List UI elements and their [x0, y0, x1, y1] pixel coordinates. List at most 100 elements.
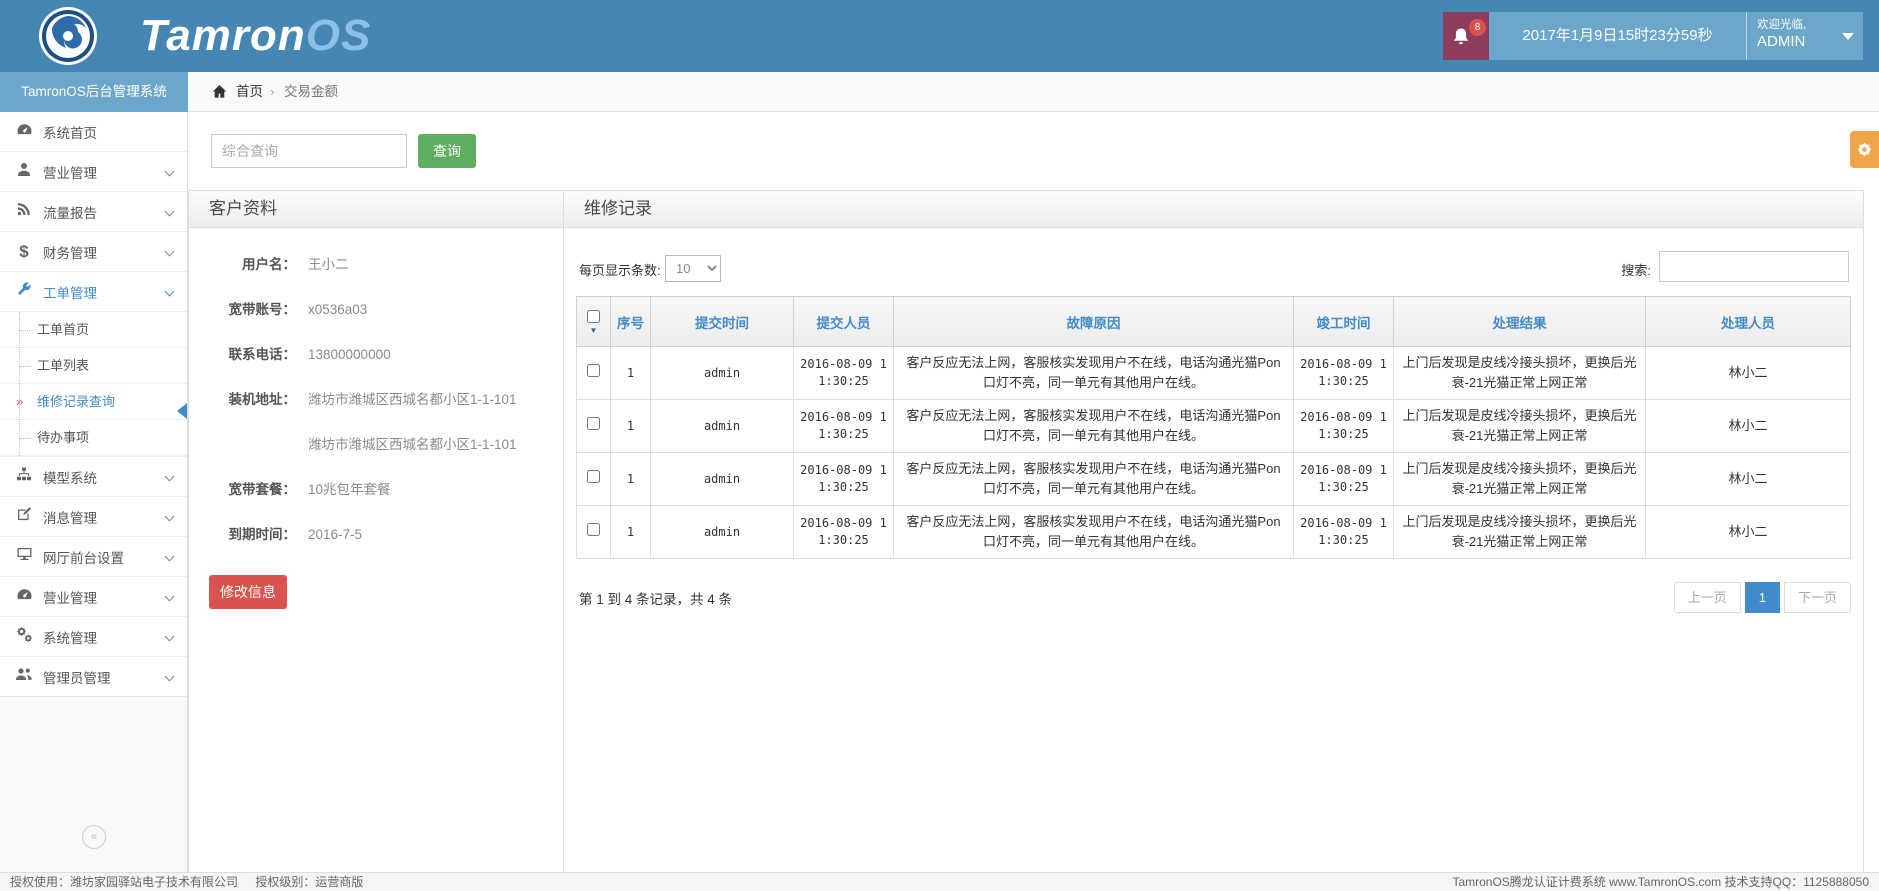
sidebar-item-business-1[interactable]: 营业管理 — [0, 152, 187, 192]
sidebar-item-system-settings[interactable]: 系统管理 — [0, 617, 187, 657]
col-submit-time[interactable]: 提交时间 — [651, 297, 794, 347]
field-label: 装机地址： — [189, 391, 296, 409]
field-label: 宽带套餐： — [189, 481, 296, 499]
customer-phone: 13800000000 — [296, 346, 391, 364]
cell-finish-time: 2016-08-09 11:30:25 — [1294, 453, 1394, 506]
cell-submit-time: admin — [651, 453, 794, 506]
cell-result: 上门后发现是皮线冷接头损坏，更换后光衰-21光猫正常上网正常 — [1394, 400, 1646, 453]
cell-handler: 林小二 — [1646, 400, 1851, 453]
chevron-down-icon — [165, 207, 175, 217]
cell-seq: 1 — [611, 347, 651, 400]
home-icon — [212, 84, 227, 99]
breadcrumb-home-link[interactable]: 首页 — [236, 72, 263, 111]
sidebar-item-model-system[interactable]: 模型系统 — [0, 457, 187, 497]
sidebar-subitem-wo-list[interactable]: 工单列表 — [0, 348, 187, 384]
pagination-page-1[interactable]: 1 — [1745, 582, 1780, 613]
cell-submit-person: 2016-08-09 11:30:25 — [794, 347, 894, 400]
cell-handler: 林小二 — [1646, 506, 1851, 559]
pagination: 上一页 1 下一页 — [1670, 582, 1851, 613]
chevron-down-icon — [165, 592, 175, 602]
sidebar-item-messages[interactable]: 消息管理 — [0, 497, 187, 537]
table-search-input[interactable] — [1659, 251, 1849, 282]
table-row: 1 admin 2016-08-09 11:30:25 客户反应无法上网，客服核… — [577, 347, 1851, 400]
sidebar-item-admin-management[interactable]: 管理员管理 — [0, 657, 187, 697]
active-item-marker-icon — [177, 403, 187, 419]
page-footer: 授权使用：潍坊家园驿站电子技术有限公司 授权级别：运营商版 TamronOS腾龙… — [0, 872, 1879, 891]
users-icon — [14, 666, 34, 687]
sidebar-subitem-repair-records[interactable]: »维修记录查询 — [0, 384, 187, 420]
cell-finish-time: 2016-08-09 11:30:25 — [1294, 400, 1394, 453]
settings-float-button[interactable] — [1850, 131, 1879, 168]
cell-submit-time: admin — [651, 347, 794, 400]
footer-license-owner: 授权使用：潍坊家园驿站电子技术有限公司 — [10, 875, 238, 889]
desktop-icon — [14, 546, 34, 567]
sidebar-footer-area: « — [0, 696, 187, 872]
field-label: 到期时间： — [189, 526, 296, 544]
col-result[interactable]: 处理结果 — [1394, 297, 1646, 347]
chevron-down-icon — [165, 472, 175, 482]
user-menu[interactable]: 欢迎光临, ADMIN — [1747, 12, 1863, 60]
sidebar-item-business-2[interactable]: 营业管理 — [0, 577, 187, 617]
sidebar-subitem-todo[interactable]: 待办事项 — [0, 420, 187, 456]
gears-icon — [14, 626, 34, 648]
sidebar-subitem-wo-home[interactable]: 工单首页 — [0, 312, 187, 348]
select-all-checkbox[interactable] — [587, 310, 600, 323]
sidebar-collapse-button[interactable]: « — [82, 825, 106, 849]
edit-info-button[interactable]: 修改信息 — [209, 575, 287, 609]
notification-count-badge: 8 — [1469, 19, 1486, 36]
col-submit-person[interactable]: 提交人员 — [794, 297, 894, 347]
cell-submit-person: 2016-08-09 11:30:25 — [794, 506, 894, 559]
notifications-button[interactable]: 8 — [1443, 12, 1489, 60]
row-checkbox[interactable] — [587, 523, 600, 536]
main-content: 查询 客户资料 维修记录 用户名：王小二 宽带账号：x0536a03 联系电话：… — [188, 112, 1879, 872]
page-size-label: 每页显示条数: — [579, 260, 661, 279]
search-button[interactable]: 查询 — [418, 134, 476, 168]
cell-checkbox — [577, 453, 611, 506]
sidebar-item-label: 流量报告 — [43, 202, 97, 222]
table-header-row: ▼ 序号 提交时间 提交人员 故障原因 竣工时间 处理结果 处理人员 — [577, 297, 1851, 347]
chevron-down-icon — [1842, 33, 1854, 40]
col-seq[interactable]: 序号 — [611, 297, 651, 347]
wrench-icon — [14, 281, 34, 302]
tamronos-logo-icon — [38, 6, 98, 66]
col-finish-time[interactable]: 竣工时间 — [1294, 297, 1394, 347]
col-handler[interactable]: 处理人员 — [1646, 297, 1851, 347]
row-checkbox[interactable] — [587, 364, 600, 377]
sidebar-title: TamronOS后台管理系统 — [0, 72, 188, 112]
chevron-down-icon — [165, 632, 175, 642]
sidebar-item-system-home[interactable]: 系统首页 — [0, 112, 187, 152]
cell-submit-person: 2016-08-09 11:30:25 — [794, 453, 894, 506]
page-size-select[interactable]: 10 — [665, 255, 721, 282]
cell-fault-reason: 客户反应无法上网，客服核实发现用户不在线，电话沟通光猫Pon口灯不亮，同一单元有… — [894, 453, 1294, 506]
pagination-next-button[interactable]: 下一页 — [1784, 582, 1851, 613]
row-checkbox[interactable] — [587, 470, 600, 483]
sidebar-item-finance[interactable]: $ 财务管理 — [0, 232, 187, 272]
records-panel: 每页显示条数: 10 搜索: ▼ 序号 — [564, 228, 1863, 872]
cell-fault-reason: 客户反应无法上网，客服核实发现用户不在线，电话沟通光猫Pon口灯不亮，同一单元有… — [894, 506, 1294, 559]
cell-fault-reason: 客户反应无法上网，客服核实发现用户不在线，电话沟通光猫Pon口灯不亮，同一单元有… — [894, 347, 1294, 400]
header-datetime: 2017年1月9日15时23分59秒 — [1489, 12, 1747, 60]
row-checkbox[interactable] — [587, 417, 600, 430]
sidebar-item-label: 营业管理 — [43, 162, 97, 182]
chevron-down-icon — [165, 247, 175, 257]
cell-result: 上门后发现是皮线冷接头损坏，更换后光衰-21光猫正常上网正常 — [1394, 347, 1646, 400]
sidebar-item-label: 系统首页 — [43, 122, 97, 142]
cell-result: 上门后发现是皮线冷接头损坏，更换后光衰-21光猫正常上网正常 — [1394, 453, 1646, 506]
select-all-header[interactable]: ▼ — [577, 297, 611, 347]
sidebar-item-portal-settings[interactable]: 网厅前台设置 — [0, 537, 187, 577]
col-fault-reason[interactable]: 故障原因 — [894, 297, 1294, 347]
cell-handler: 林小二 — [1646, 453, 1851, 506]
table-row: 1 admin 2016-08-09 11:30:25 客户反应无法上网，客服核… — [577, 400, 1851, 453]
welcome-text: 欢迎光临, — [1757, 18, 1853, 32]
footer-license-level: 授权级别：运营商版 — [255, 875, 363, 889]
box-header: 客户资料 维修记录 — [189, 191, 1863, 228]
sidebar-item-work-orders[interactable]: 工单管理 — [0, 272, 187, 312]
sidebar-item-label: 消息管理 — [43, 507, 97, 527]
global-search-input[interactable] — [211, 134, 407, 168]
pagination-prev-button[interactable]: 上一页 — [1674, 582, 1741, 613]
cell-checkbox — [577, 506, 611, 559]
sidebar-item-label: 管理员管理 — [43, 667, 111, 687]
dashboard-icon — [14, 121, 34, 143]
sidebar-item-traffic-report[interactable]: 流量报告 — [0, 192, 187, 232]
cell-checkbox — [577, 347, 611, 400]
